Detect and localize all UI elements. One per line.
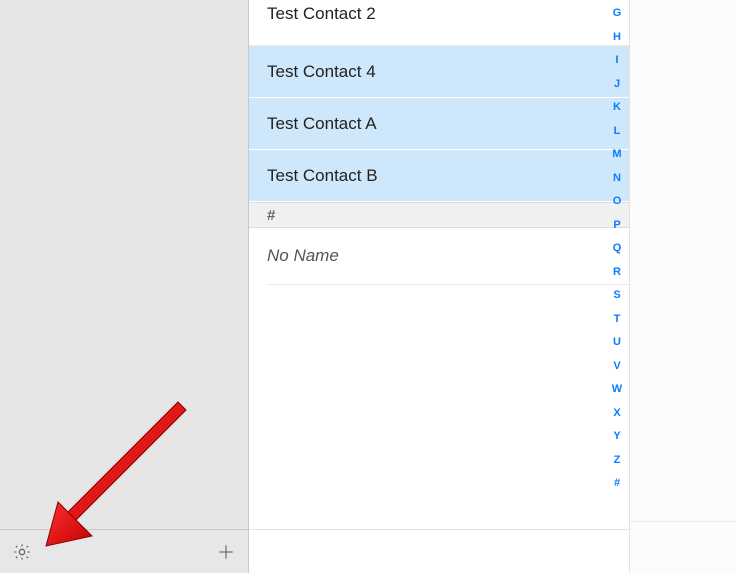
contact-row[interactable]: Test Contact 4 [249, 46, 629, 98]
contact-name: Test Contact 4 [267, 62, 376, 82]
index-letter[interactable]: Q [613, 243, 622, 254]
index-letter[interactable]: M [612, 149, 621, 160]
contact-name: Test Contact B [267, 166, 378, 186]
index-letter[interactable]: H [613, 32, 621, 43]
groups-list [0, 0, 248, 529]
gear-icon[interactable] [12, 542, 32, 562]
alpha-index-bar[interactable]: G H I J K L M N O P Q R S T U V W X Y Z … [605, 0, 629, 573]
row-divider [267, 284, 629, 285]
contacts-list[interactable]: Test Contact 2 Test Contact 4 Test Conta… [249, 0, 629, 573]
index-letter[interactable]: I [615, 55, 618, 66]
index-letter[interactable]: K [613, 102, 621, 113]
plus-icon[interactable] [216, 542, 236, 562]
contact-name: Test Contact 2 [267, 4, 376, 24]
contacts-footer [249, 529, 629, 573]
index-letter[interactable]: S [613, 290, 620, 301]
index-letter[interactable]: # [614, 478, 620, 489]
contact-row[interactable]: Test Contact B [249, 150, 629, 202]
contact-row[interactable]: Test Contact A [249, 98, 629, 150]
index-letter[interactable]: U [613, 337, 621, 348]
index-letter[interactable]: O [613, 196, 622, 207]
index-letter[interactable]: V [613, 361, 620, 372]
index-letter[interactable]: N [613, 173, 621, 184]
index-letter[interactable]: Y [613, 431, 620, 442]
index-letter[interactable]: X [613, 408, 620, 419]
index-letter[interactable]: R [613, 267, 621, 278]
index-letter[interactable]: G [613, 8, 622, 19]
detail-pane [630, 0, 736, 573]
index-letter[interactable]: W [612, 384, 622, 395]
contacts-app: Test Contact 2 Test Contact 4 Test Conta… [0, 0, 736, 573]
contact-name: Test Contact A [267, 114, 377, 134]
sidebar-toolbar [0, 529, 248, 573]
contact-row[interactable]: Test Contact 2 [249, 0, 629, 46]
index-letter[interactable]: J [614, 79, 620, 90]
groups-sidebar [0, 0, 249, 573]
section-header-hash: # [249, 202, 629, 228]
section-header-label: # [267, 207, 275, 224]
contacts-column: Test Contact 2 Test Contact 4 Test Conta… [249, 0, 630, 573]
index-letter[interactable]: L [614, 126, 621, 137]
contact-row[interactable]: No Name [249, 228, 629, 284]
index-letter[interactable]: T [614, 314, 621, 325]
index-letter[interactable]: Z [614, 455, 621, 466]
index-letter[interactable]: P [613, 220, 620, 231]
contact-name: No Name [267, 246, 339, 266]
